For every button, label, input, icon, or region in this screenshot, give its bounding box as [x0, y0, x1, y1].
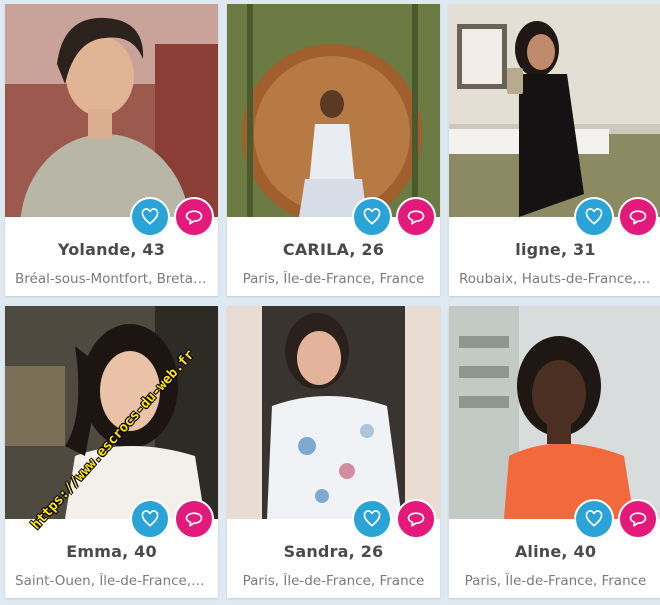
heart-icon — [585, 510, 603, 527]
like-button[interactable] — [130, 499, 170, 539]
message-button[interactable] — [618, 499, 658, 539]
message-button[interactable] — [396, 197, 436, 237]
profile-card[interactable]: Sandra, 26 Paris, Île-de-France, France — [227, 306, 440, 598]
chat-bubble-icon — [185, 210, 203, 225]
profile-photo-image — [449, 306, 660, 519]
profile-name[interactable]: Sandra, 26 — [227, 542, 440, 561]
profile-photo[interactable] — [449, 4, 660, 217]
profile-location: Paris, Île-de-France, France — [464, 573, 647, 589]
chat-bubble-icon — [629, 512, 647, 527]
heart-icon — [363, 208, 381, 225]
chat-bubble-icon — [185, 512, 203, 527]
like-button[interactable] — [352, 197, 392, 237]
profile-name[interactable]: ligne, 31 — [449, 240, 660, 259]
chat-bubble-icon — [407, 210, 425, 225]
like-button[interactable] — [130, 197, 170, 237]
profile-photo[interactable] — [5, 306, 218, 519]
profile-location: Roubaix, Hauts-de-France, F... — [459, 271, 652, 287]
profile-photo[interactable] — [227, 306, 440, 519]
profile-card[interactable]: Yolande, 43 Bréal-sous-Montfort, Bretag.… — [5, 4, 218, 296]
profile-photo[interactable] — [5, 4, 218, 217]
heart-icon — [141, 510, 159, 527]
heart-icon — [585, 208, 603, 225]
profile-photo-image — [227, 306, 440, 519]
profile-photo-image — [227, 4, 440, 217]
profile-name[interactable]: Emma, 40 — [5, 542, 218, 561]
profile-card[interactable]: CARILA, 26 Paris, Île-de-France, France — [227, 4, 440, 296]
profile-photo-image — [449, 4, 660, 217]
profile-photo[interactable] — [449, 306, 660, 519]
profile-location: Bréal-sous-Montfort, Bretag... — [15, 271, 208, 287]
profile-photo-image — [5, 4, 218, 217]
profile-card[interactable]: ligne, 31 Roubaix, Hauts-de-France, F... — [449, 4, 660, 296]
profile-card[interactable]: Aline, 40 Paris, Île-de-France, France — [449, 306, 660, 598]
message-button[interactable] — [174, 197, 214, 237]
profile-photo[interactable] — [227, 4, 440, 217]
message-button[interactable] — [174, 499, 214, 539]
profile-name[interactable]: Aline, 40 — [449, 542, 660, 561]
profile-location: Paris, Île-de-France, France — [242, 271, 425, 287]
chat-bubble-icon — [407, 512, 425, 527]
like-button[interactable] — [352, 499, 392, 539]
profile-location: Saint-Ouen, Île-de-France, F... — [15, 573, 208, 589]
profile-card[interactable]: Emma, 40 Saint-Ouen, Île-de-France, F... — [5, 306, 218, 598]
profile-name[interactable]: Yolande, 43 — [5, 240, 218, 259]
like-button[interactable] — [574, 499, 614, 539]
like-button[interactable] — [574, 197, 614, 237]
profile-photo-image — [5, 306, 218, 519]
message-button[interactable] — [396, 499, 436, 539]
profile-location: Paris, Île-de-France, France — [242, 573, 425, 589]
chat-bubble-icon — [629, 210, 647, 225]
heart-icon — [141, 208, 159, 225]
profile-name[interactable]: CARILA, 26 — [227, 240, 440, 259]
message-button[interactable] — [618, 197, 658, 237]
heart-icon — [363, 510, 381, 527]
